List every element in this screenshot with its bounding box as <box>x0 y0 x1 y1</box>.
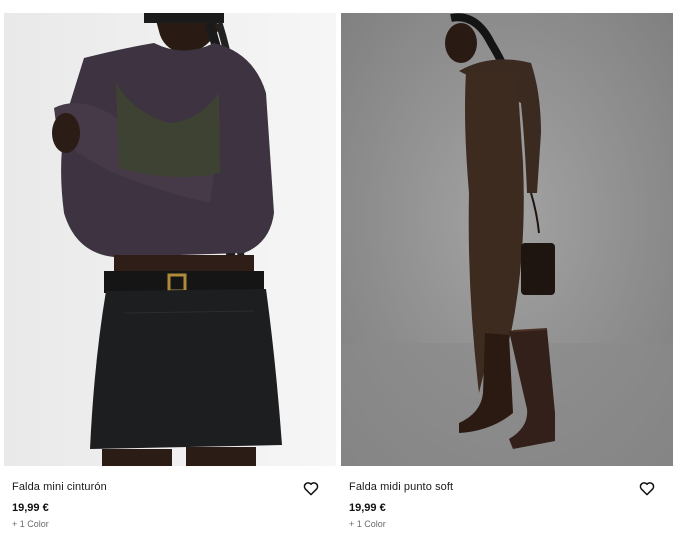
product-price: 19,99 € <box>12 502 49 514</box>
product-color-count[interactable]: + 1 Color <box>349 519 386 529</box>
product-photo-illustration <box>4 13 336 466</box>
product-name[interactable]: Falda mini cinturón <box>12 481 107 493</box>
product-card[interactable]: Falda midi punto soft 19,99 € + 1 Color <box>341 0 677 539</box>
product-photo-illustration <box>341 13 673 466</box>
product-grid: Falda mini cinturón 19,99 € + 1 Color Fa… <box>0 0 677 539</box>
heart-icon[interactable] <box>301 478 321 498</box>
product-color-count[interactable]: + 1 Color <box>12 519 49 529</box>
product-name[interactable]: Falda midi punto soft <box>349 481 453 493</box>
product-card[interactable]: Falda mini cinturón 19,99 € + 1 Color <box>4 0 340 539</box>
product-image[interactable] <box>4 13 336 466</box>
heart-icon[interactable] <box>637 478 657 498</box>
product-image[interactable] <box>341 13 673 466</box>
product-price: 19,99 € <box>349 502 386 514</box>
